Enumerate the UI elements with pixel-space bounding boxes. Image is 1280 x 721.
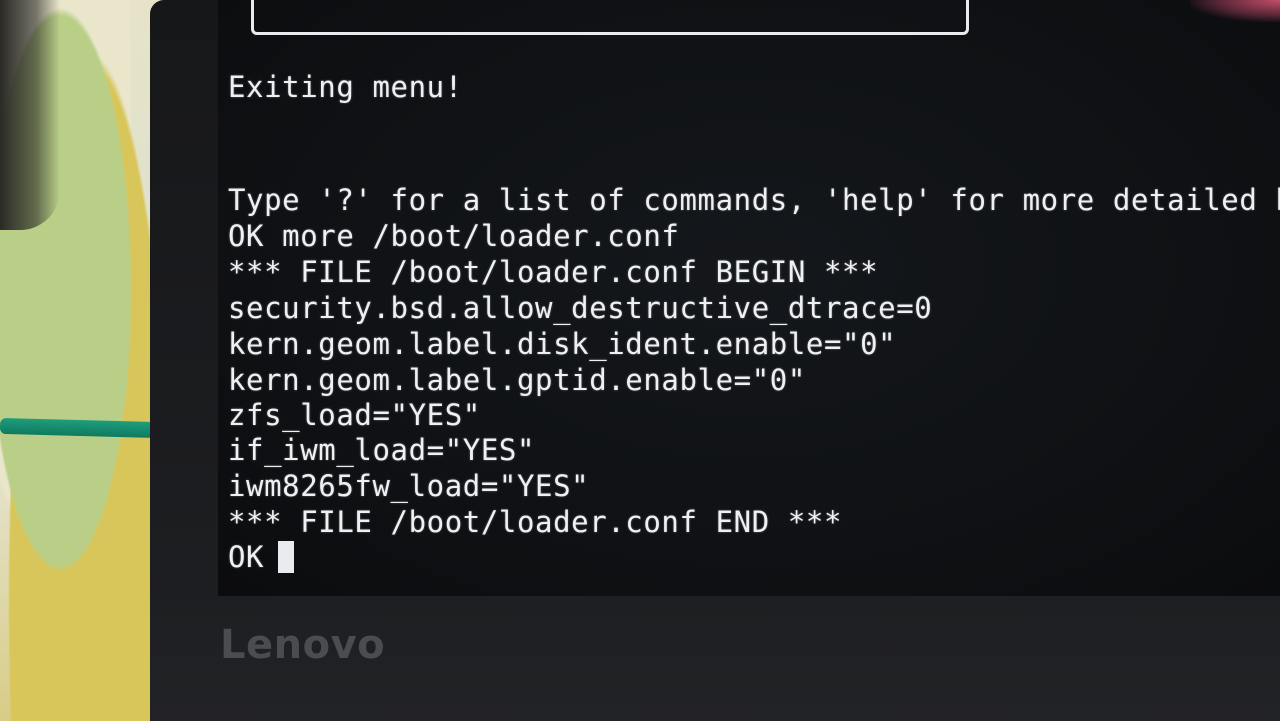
terminal-screen[interactable]: Exiting menu! Type '?' for a list of com… <box>218 0 1280 596</box>
lenovo-logo: Lenovo <box>220 622 386 668</box>
prompt-label: OK <box>228 540 265 574</box>
terminal-line-iwm-fw-load: iwm8265fw_load="YES" <box>228 469 590 503</box>
terminal-line-iwm-load: if_iwm_load="YES" <box>228 433 536 467</box>
terminal-line-disk-ident: kern.geom.label.disk_ident.enable="0" <box>228 327 897 361</box>
terminal-line-help-hint: Type '?' for a list of commands, 'help' … <box>228 183 1280 217</box>
boot-menu-box <box>251 0 969 35</box>
terminal-line-gptid: kern.geom.label.gptid.enable="0" <box>228 363 806 397</box>
terminal-line-exiting: Exiting menu! <box>228 70 463 104</box>
screen-reflection <box>1190 0 1280 22</box>
text-cursor <box>278 541 295 573</box>
terminal-line-file-begin: *** FILE /boot/loader.conf BEGIN *** <box>228 255 879 289</box>
terminal-line-zfs-load: zfs_load="YES" <box>228 398 481 432</box>
background-shadow <box>0 0 60 230</box>
terminal-prompt[interactable]: OK <box>228 540 295 574</box>
terminal-line-command: OK more /boot/loader.conf <box>228 219 680 253</box>
terminal-line-file-end: *** FILE /boot/loader.conf END *** <box>228 505 843 539</box>
terminal-line-dtrace: security.bsd.allow_destructive_dtrace=0 <box>228 291 933 325</box>
